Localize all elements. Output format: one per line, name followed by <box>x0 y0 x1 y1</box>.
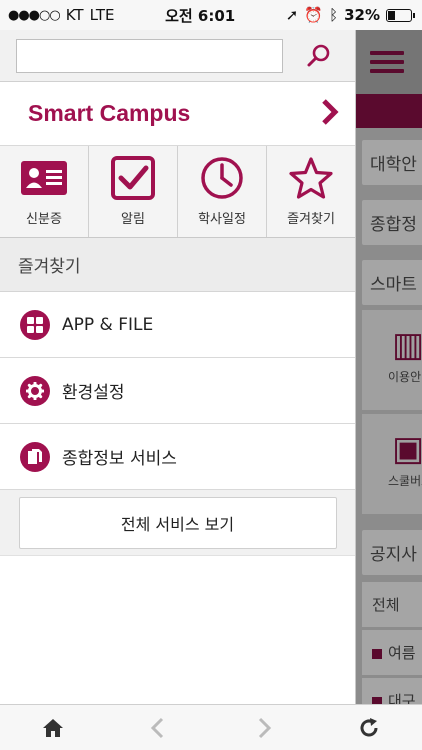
background-topbar <box>356 30 422 94</box>
all-services-container: 전체 서비스 보기 <box>0 490 355 556</box>
status-bar: ●●●○○ KT LTE 오전 6:01 ➚ ⏰ ᛒ 32% <box>0 0 422 30</box>
search-button[interactable] <box>283 30 355 82</box>
quick-item-label: 학사일정 <box>198 212 246 227</box>
refresh-button[interactable] <box>344 708 394 748</box>
id-card-icon <box>21 161 67 195</box>
smart-campus-link[interactable]: Smart Campus <box>0 82 355 146</box>
location-arrow-icon: ➚ <box>285 6 299 24</box>
home-icon <box>42 718 63 737</box>
signal-strength-icon: ●●●○○ <box>8 7 61 23</box>
search-icon <box>307 44 330 66</box>
quick-item-favorites[interactable]: 즐겨찾기 <box>267 146 355 237</box>
hamburger-menu-icon[interactable] <box>370 51 404 73</box>
search-bar <box>0 30 355 82</box>
background-card-bus-label: 스쿨버스 <box>388 474 422 488</box>
quick-item-label: 알림 <box>121 212 145 227</box>
favorites-header: 즐겨찾기 <box>0 238 355 292</box>
background-row-university[interactable]: 대학안 <box>362 140 422 185</box>
battery-percent: 32% <box>344 6 380 24</box>
smart-campus-title: Smart Campus <box>28 100 191 126</box>
alarm-clock-icon: ⏰ <box>304 6 324 24</box>
background-page: 대학안 종합정 스마트 ▥ 이용안 ▣ 스쿨버스 공지사 전체 여름 대구 <box>356 30 422 704</box>
bullet-icon <box>372 696 382 704</box>
background-card-guide[interactable]: ▥ 이용안 <box>362 310 422 410</box>
search-input[interactable] <box>16 38 284 73</box>
quick-item-academic-calendar[interactable]: 학사일정 <box>178 146 267 237</box>
chevron-left-icon <box>151 717 164 738</box>
background-row-info[interactable]: 종합정 <box>362 200 422 245</box>
bus-icon: ▣ <box>392 429 422 469</box>
quick-item-notification[interactable]: 알림 <box>89 146 178 237</box>
carrier-name: KT <box>65 6 84 24</box>
refresh-icon <box>360 717 378 736</box>
background-row-smart[interactable]: 스마트 <box>362 260 422 305</box>
menu-item-settings[interactable]: 환경설정 <box>0 358 355 424</box>
menu-item-integrated-info[interactable]: 종합정보 서비스 <box>0 424 355 490</box>
status-time: 오전 6:01 <box>165 6 236 25</box>
background-card-bus[interactable]: ▣ 스쿨버스 <box>362 414 422 514</box>
quick-item-label: 즐겨찾기 <box>287 212 335 227</box>
chevron-right-icon <box>319 97 341 131</box>
menu-item-label: 종합정보 서비스 <box>62 449 177 469</box>
back-button[interactable] <box>133 708 183 748</box>
book-icon: ▥ <box>392 325 422 365</box>
status-left: ●●●○○ KT LTE <box>8 6 115 24</box>
network-type: LTE <box>89 6 115 24</box>
quick-menu-grid: 신분증 알림 학사일정 즐겨찾기 <box>0 146 355 238</box>
checkbox-icon <box>111 156 155 200</box>
menu-item-label: APP & FILE <box>62 314 154 335</box>
view-all-services-button[interactable]: 전체 서비스 보기 <box>18 496 337 549</box>
side-drawer: Smart Campus 신분증 알림 학사일정 즐겨찾기 즐겨찾기 APP &… <box>0 30 356 704</box>
forward-button[interactable] <box>239 708 289 748</box>
grid-icon <box>20 309 50 340</box>
battery-fill <box>387 10 395 20</box>
home-button[interactable] <box>28 708 78 748</box>
bullet-icon <box>372 648 382 659</box>
background-list-item-label: 대구 <box>388 692 416 704</box>
background-list-header[interactable]: 전체 <box>362 582 422 627</box>
browser-toolbar <box>0 704 422 750</box>
menu-item-app-file[interactable]: APP & FILE <box>0 292 355 358</box>
battery-icon <box>385 8 415 22</box>
background-row-notice[interactable]: 공지사 <box>362 530 422 575</box>
quick-item-label: 신분증 <box>26 212 62 227</box>
background-card-guide-label: 이용안 <box>388 370 422 384</box>
background-banner <box>356 94 422 128</box>
background-list-item-label: 여름 <box>388 644 416 662</box>
quick-item-id-card[interactable]: 신분증 <box>0 146 89 237</box>
menu-item-label: 환경설정 <box>62 383 125 403</box>
chevron-right-icon <box>258 717 271 738</box>
clock-icon <box>201 157 243 199</box>
status-right: ➚ ⏰ ᛒ 32% <box>285 6 415 24</box>
bluetooth-icon: ᛒ <box>329 6 339 24</box>
background-list-item[interactable]: 대구 <box>362 678 422 704</box>
document-icon <box>20 441 50 472</box>
gear-icon <box>20 375 50 406</box>
star-icon <box>289 157 333 199</box>
background-list-item[interactable]: 여름 <box>362 630 422 675</box>
